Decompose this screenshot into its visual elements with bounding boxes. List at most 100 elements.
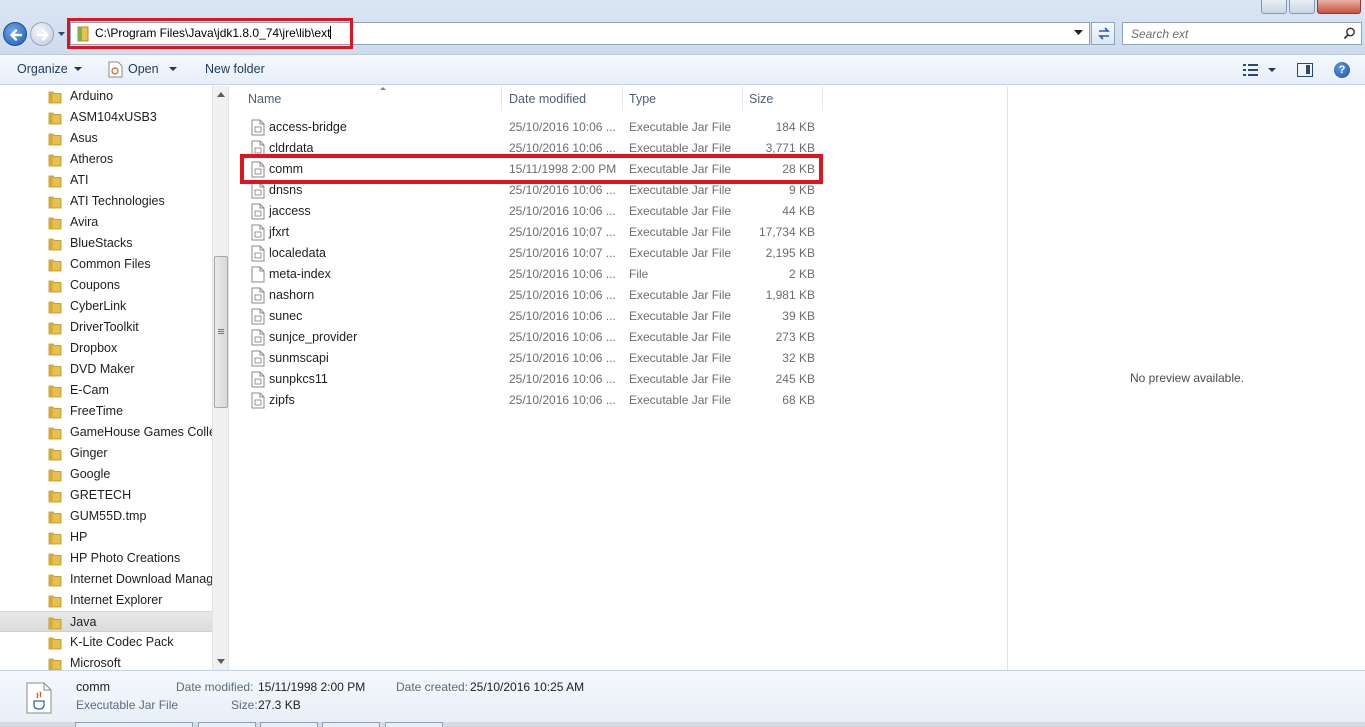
help-icon[interactable]: ? (1334, 62, 1350, 78)
file-name: localedata (269, 246, 326, 260)
column-header-name[interactable]: Name (242, 86, 502, 111)
column-header-date-modified[interactable]: Date modified (503, 86, 623, 111)
nav-tree-item[interactable]: GRETECH (0, 485, 212, 506)
forward-button[interactable] (30, 22, 54, 46)
preview-pane-toggle-icon[interactable] (1297, 63, 1313, 77)
taskbar-button[interactable] (75, 722, 193, 727)
nav-tree-item[interactable]: HP (0, 527, 212, 548)
nav-tree-item[interactable]: Coupons (0, 275, 212, 296)
minimize-button[interactable] (1261, 0, 1287, 14)
file-row[interactable]: meta-index 25/10/2016 10:06 ... File 2 KB (230, 264, 1007, 285)
nav-tree-item[interactable]: Asus (0, 128, 212, 149)
file-row[interactable]: sunpkcs11 25/10/2016 10:06 ... Executable … (230, 369, 1007, 390)
nav-tree-item[interactable]: GUM55D.tmp (0, 506, 212, 527)
nav-tree-item[interactable]: E-Cam (0, 380, 212, 401)
taskbar-button[interactable] (198, 722, 256, 727)
nav-tree-item[interactable]: HP Photo Creations (0, 548, 212, 569)
file-size: 68 KB (782, 393, 815, 407)
nav-tree-item[interactable]: FreeTime (0, 401, 212, 422)
nav-tree-item[interactable]: Java (0, 611, 212, 632)
change-view-icon[interactable] (1243, 64, 1259, 76)
refresh-button[interactable] (1091, 22, 1115, 45)
nav-tree-item[interactable]: DriverToolkit (0, 317, 212, 338)
nav-tree-item[interactable]: Internet Explorer (0, 590, 212, 611)
open-button[interactable]: Open (128, 62, 177, 76)
open-label: Open (128, 62, 159, 76)
nav-tree-item[interactable]: ATI (0, 170, 212, 191)
file-row[interactable]: jaccess 25/10/2016 10:06 ... Executable Ja… (230, 201, 1007, 222)
search-field[interactable]: Search ext (1122, 22, 1362, 45)
nav-tree-item[interactable]: ASM104xUSB3 (0, 107, 212, 128)
file-type: Executable Jar File (629, 204, 732, 218)
maximize-button[interactable] (1289, 0, 1315, 14)
nav-tree-item-label: Internet Download Manage (70, 572, 212, 586)
blank-file-icon (251, 266, 265, 283)
organize-menu[interactable]: Organize (17, 62, 82, 76)
nav-tree-item-label: FreeTime (70, 404, 124, 418)
new-folder-button[interactable]: New folder (205, 62, 265, 76)
file-type: Executable Jar File (629, 225, 732, 239)
nav-tree-item-label: Internet Explorer (70, 593, 163, 607)
taskbar-button[interactable] (322, 722, 380, 727)
scroll-up-arrow-icon[interactable] (217, 92, 225, 97)
nav-tree-item-label: GameHouse Games Collec (70, 425, 212, 439)
nav-tree-item[interactable]: Common Files (0, 254, 212, 275)
nav-tree-item-label: Asus (70, 131, 98, 145)
nav-tree-item[interactable]: Arduino (0, 86, 212, 107)
nav-tree-item[interactable]: K-Lite Codec Pack (0, 632, 212, 653)
file-row[interactable]: sunjce_provider 25/10/2016 10:06 ... Execu… (230, 327, 1007, 348)
nav-tree-item-label: Avira (70, 215, 99, 229)
details-size-value: 27.3 KB (258, 698, 301, 712)
folder-icon (48, 553, 62, 566)
search-icon[interactable] (1343, 27, 1356, 40)
file-name: zipfs (269, 393, 295, 407)
file-name: meta-index (269, 267, 331, 281)
nav-tree-item[interactable]: Internet Download Manage (0, 569, 212, 590)
details-pane: comm Executable Jar File Date modified: … (0, 670, 1365, 727)
file-row[interactable]: localedata 25/10/2016 10:07 ... Executable… (230, 243, 1007, 264)
column-header-size[interactable]: Size (743, 86, 823, 111)
file-type: Executable Jar File (629, 372, 732, 386)
jar-file-icon (251, 182, 265, 199)
view-options-dropdown-icon[interactable] (1268, 68, 1276, 72)
nav-tree-item[interactable]: ATI Technologies (0, 191, 212, 212)
folder-icon (48, 301, 62, 314)
no-preview-message: No preview available. (1129, 371, 1245, 385)
file-row[interactable]: access-bridge 25/10/2016 10:06 ... Executa… (230, 117, 1007, 138)
nav-tree-item[interactable]: CyberLink (0, 296, 212, 317)
nav-tree-item[interactable]: Avira (0, 212, 212, 233)
file-size: 245 KB (775, 372, 815, 386)
close-button[interactable] (1317, 0, 1361, 14)
file-row[interactable]: sunmscapi 25/10/2016 10:06 ... Executable … (230, 348, 1007, 369)
scroll-down-arrow-icon[interactable] (217, 659, 225, 664)
file-row[interactable]: zipfs 25/10/2016 10:06 ... Executable Jar … (230, 390, 1007, 411)
nav-scrollbar[interactable] (212, 86, 228, 670)
nav-tree-item-label: DriverToolkit (70, 320, 139, 334)
file-date-modified: 25/10/2016 10:06 ... (509, 267, 616, 281)
file-row[interactable]: jfxrt 25/10/2016 10:07 ... Executable Jar … (230, 222, 1007, 243)
nav-tree-item[interactable]: Microsoft (0, 653, 212, 670)
taskbar-button[interactable] (260, 722, 318, 727)
back-button[interactable] (3, 22, 27, 46)
nav-tree-item[interactable]: Atheros (0, 149, 212, 170)
file-size: 273 KB (775, 330, 815, 344)
file-date-modified: 25/10/2016 10:06 ... (509, 372, 616, 386)
nav-tree-item[interactable]: Ginger (0, 443, 212, 464)
folder-icon (48, 112, 62, 125)
recent-pages-dropdown-icon[interactable] (57, 29, 66, 38)
nav-tree-item-label: Arduino (70, 89, 114, 103)
folder-icon (48, 238, 62, 251)
column-header-type[interactable]: Type (623, 86, 743, 111)
nav-tree-item[interactable]: GameHouse Games Collec (0, 422, 212, 443)
file-date-modified: 25/10/2016 10:06 ... (509, 204, 616, 218)
nav-tree-item-label: GUM55D.tmp (70, 509, 147, 523)
nav-tree-item[interactable]: BlueStacks (0, 233, 212, 254)
nav-tree-item[interactable]: Dropbox (0, 338, 212, 359)
nav-tree-item[interactable]: Google (0, 464, 212, 485)
file-row[interactable]: sunec 25/10/2016 10:06 ... Executable Jar … (230, 306, 1007, 327)
scroll-thumb[interactable] (214, 256, 228, 408)
address-history-dropdown-icon[interactable] (1074, 29, 1083, 36)
taskbar-button[interactable] (385, 722, 443, 727)
file-row[interactable]: nashorn 25/10/2016 10:06 ... Executable Ja… (230, 285, 1007, 306)
nav-tree-item[interactable]: DVD Maker (0, 359, 212, 380)
